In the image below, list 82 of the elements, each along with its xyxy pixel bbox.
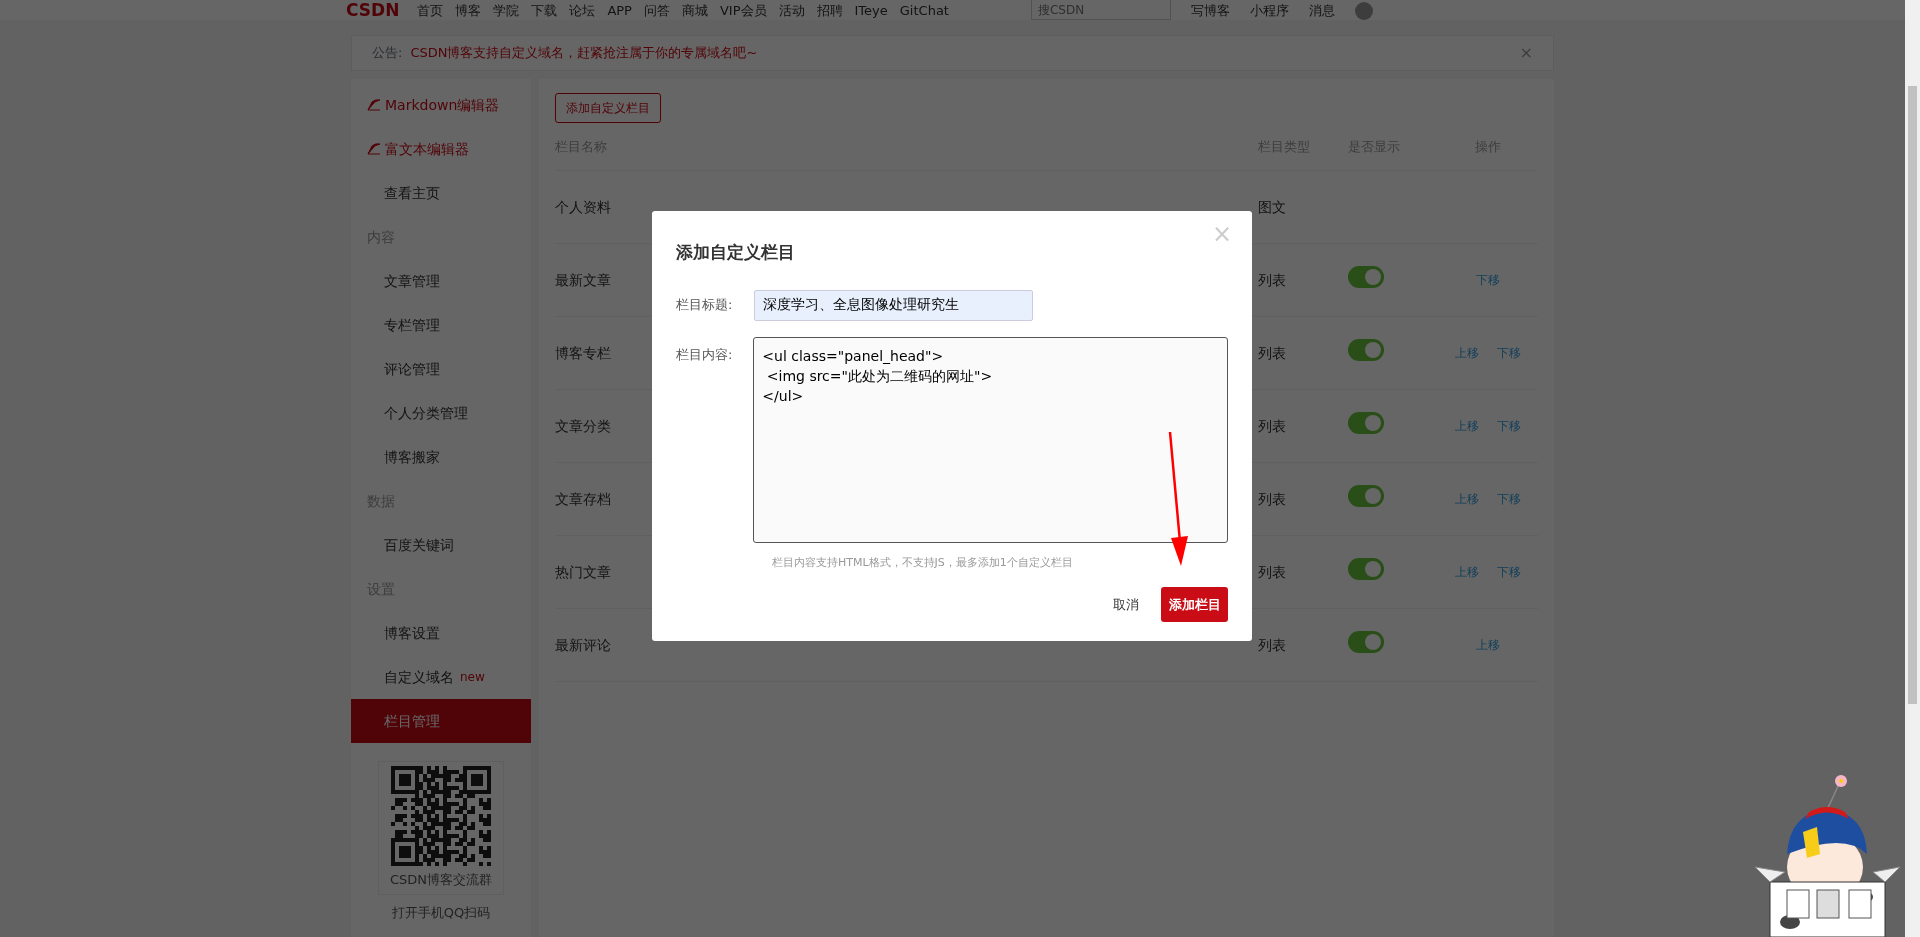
- move-link[interactable]: 下移: [1497, 563, 1521, 581]
- table-cell: 个人资料: [555, 198, 611, 215]
- nav-link[interactable]: VIP会员: [719, 2, 767, 20]
- editor-label: 富文本编辑器: [385, 139, 469, 159]
- sidebar-item[interactable]: 博客搬家: [351, 435, 531, 479]
- move-link[interactable]: 上移: [1455, 490, 1479, 508]
- logo[interactable]: CSDN: [346, 0, 400, 20]
- visibility-toggle[interactable]: [1348, 339, 1384, 361]
- sidebar-item[interactable]: 富文本编辑器: [351, 127, 531, 171]
- editor-label: Markdown编辑器: [385, 95, 500, 115]
- new-label: new: [460, 669, 485, 686]
- move-link[interactable]: 上移: [1455, 563, 1479, 581]
- field-label: 栏目标题:: [676, 296, 734, 315]
- nav-link[interactable]: 博客: [455, 2, 482, 20]
- move-link[interactable]: 下移: [1497, 490, 1521, 508]
- field-label: 栏目内容:: [676, 345, 734, 364]
- visibility-toggle[interactable]: [1348, 485, 1384, 507]
- sidebar-item[interactable]: 栏目管理: [351, 699, 531, 743]
- pen-icon: [367, 99, 381, 111]
- nav-link[interactable]: 下载: [531, 2, 558, 20]
- sidebar-item[interactable]: 查看主页: [351, 171, 531, 215]
- table-cell: 列表: [1258, 490, 1286, 507]
- move-link[interactable]: 上移: [1455, 417, 1479, 435]
- nav-link[interactable]: 论坛: [569, 2, 596, 20]
- visibility-toggle[interactable]: [1348, 266, 1384, 288]
- title-field[interactable]: 深度学习、全息图像处理研究生: [754, 289, 1033, 321]
- nav-link[interactable]: 商城: [681, 2, 708, 20]
- move-link[interactable]: 上移: [1476, 636, 1500, 654]
- qr-hint: 打开手机QQ扫码: [390, 903, 492, 922]
- table-cell: 热门文章: [555, 563, 611, 580]
- table-cell: 列表: [1258, 563, 1286, 580]
- announcement-label: 公告:: [372, 44, 403, 63]
- nav-link[interactable]: GitChat: [899, 2, 949, 20]
- nav-link[interactable]: 写博客: [1190, 2, 1230, 20]
- sidebar-item-label: 自定义域名: [384, 667, 454, 687]
- nav-link[interactable]: 活动: [778, 2, 805, 20]
- nav-link[interactable]: 首页: [417, 2, 444, 20]
- scrollbar[interactable]: [1905, 0, 1920, 937]
- table-cell: 列表: [1258, 636, 1286, 653]
- nav-link[interactable]: ITeye: [854, 2, 888, 20]
- nav-link[interactable]: 小程序: [1249, 2, 1289, 20]
- dialog-title: 添加自定义栏目: [676, 241, 796, 264]
- table-cell: 列表: [1258, 417, 1286, 434]
- nav-link[interactable]: 学院: [493, 2, 520, 20]
- visibility-toggle[interactable]: [1348, 558, 1384, 580]
- table-cell: 文章存档: [555, 490, 611, 507]
- nav-link[interactable]: 消息: [1308, 2, 1335, 20]
- table-cell: 最新评论: [555, 636, 611, 653]
- visibility-toggle[interactable]: [1348, 412, 1384, 434]
- avatar[interactable]: [1354, 2, 1373, 20]
- cancel-button[interactable]: 取消: [1107, 593, 1145, 616]
- sidebar-item[interactable]: 评论管理: [351, 347, 531, 391]
- add-column-button[interactable]: 添加自定义栏目: [555, 93, 661, 123]
- table-cell: 列表: [1258, 271, 1286, 288]
- sidebar-item[interactable]: Markdown编辑器: [351, 83, 531, 127]
- table-cell: 博客专栏: [555, 344, 611, 361]
- help-text: 栏目内容支持HTML格式，不支持JS，最多添加1个自定义栏目: [772, 554, 1074, 571]
- move-link[interactable]: 下移: [1497, 344, 1521, 362]
- table-cell: 最新文章: [555, 271, 611, 288]
- sidebar-item[interactable]: 百度关键词: [351, 523, 531, 567]
- nav-link[interactable]: 问答: [643, 2, 670, 20]
- nav-link[interactable]: 招聘: [816, 2, 843, 20]
- move-link[interactable]: 下移: [1476, 271, 1500, 289]
- table-cell: 列表: [1258, 344, 1286, 361]
- content-field[interactable]: <ul class="panel_head"> <img src="此处为二维码的网址"> </ul>: [753, 336, 1228, 543]
- visibility-toggle[interactable]: [1348, 631, 1384, 653]
- table-cell: 图文: [1258, 198, 1286, 215]
- scrollbar-thumb[interactable]: [1908, 86, 1917, 704]
- close-icon[interactable]: ×: [1519, 41, 1533, 65]
- announcement-text[interactable]: CSDN博客支持自定义域名，赶紧抢注属于你的专属域名吧~: [410, 43, 758, 63]
- sidebar-item[interactable]: 博客设置: [351, 611, 531, 655]
- sidebar-item[interactable]: 专栏管理: [351, 303, 531, 347]
- sidebar-item[interactable]: 个人分类管理: [351, 391, 531, 435]
- move-link[interactable]: 下移: [1497, 417, 1521, 435]
- qr-caption: CSDN博客交流群: [388, 871, 494, 889]
- sidebar-item[interactable]: 自定义域名 new: [351, 655, 531, 699]
- pen-icon: [367, 143, 381, 155]
- table-cell: 文章分类: [555, 417, 611, 434]
- sidebar-item[interactable]: 文章管理: [351, 259, 531, 303]
- move-link[interactable]: 上移: [1455, 344, 1479, 362]
- nav-link[interactable]: APP: [607, 2, 632, 20]
- submit-button[interactable]: 添加栏目: [1161, 587, 1228, 622]
